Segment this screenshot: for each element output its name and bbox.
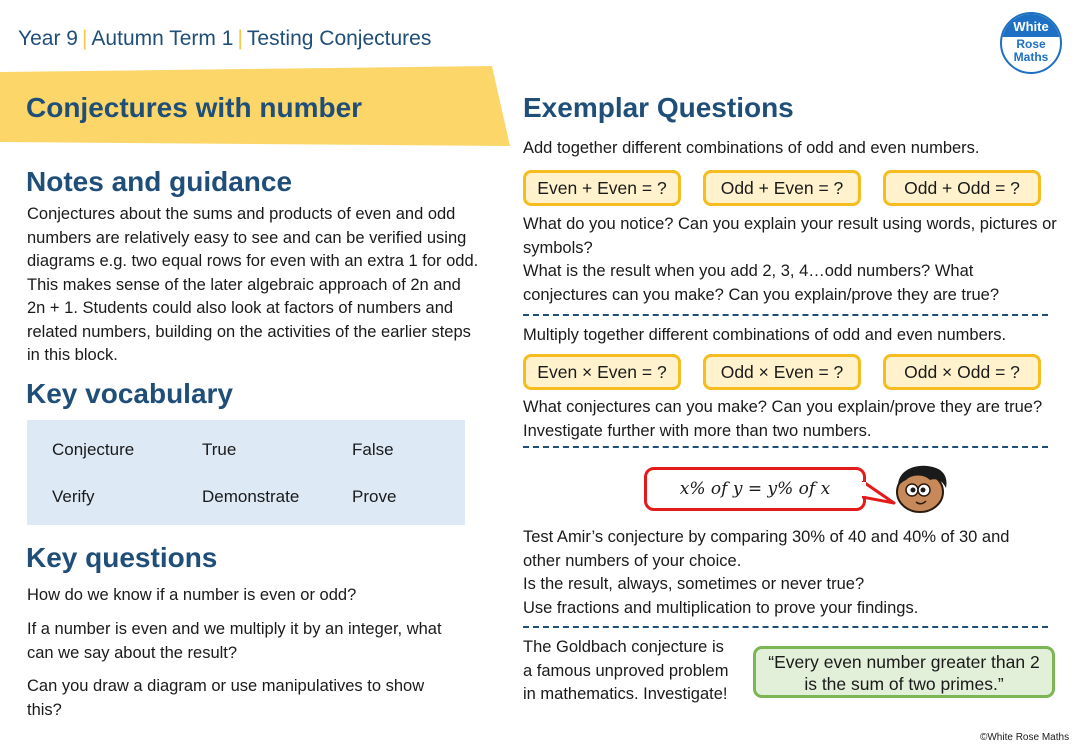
- notes-heading: Notes and guidance: [26, 166, 293, 197]
- q1-line: What is the result when you add 2, 3, 4……: [523, 262, 974, 280]
- key-question: Can you draw a diagram or use manipulati…: [27, 677, 425, 719]
- vocabulary-term: True: [202, 440, 237, 459]
- white-rose-maths-logo: White Rose Maths: [1000, 12, 1062, 74]
- product-card-odd-odd: Odd × Odd = ?: [883, 354, 1041, 390]
- quote-line: “Every even number greater than 2: [768, 652, 1040, 672]
- page-title: Conjectures with number: [26, 92, 363, 123]
- product-card-odd-even: Odd × Even = ?: [703, 354, 861, 390]
- breadcrumb-year: Year 9: [18, 27, 78, 50]
- q3-line: other numbers of your choice.: [523, 551, 742, 570]
- q1-intro: Add together different combinations of o…: [523, 139, 980, 157]
- vocabulary-term: Prove: [352, 487, 397, 506]
- q4-line: in mathematics. Investigate!: [523, 685, 728, 703]
- q1-line: conjectures can you make? Can you explai…: [523, 285, 1000, 304]
- key-questions-heading: Key questions: [26, 542, 218, 573]
- q2-intro: Multiply together different combinations…: [523, 326, 1007, 344]
- notes-line: numbers are relatively easy to see and c…: [27, 228, 467, 247]
- exemplar-heading: Exemplar Questions: [523, 92, 794, 123]
- key-question: If a number is even and we multiply it b…: [27, 620, 442, 662]
- q1-line: symbols?: [523, 238, 593, 257]
- speech-bubble: x% of y = y% of x: [644, 467, 866, 511]
- breadcrumb-separator: |: [237, 27, 243, 50]
- q1-line: What do you notice? Can you explain your…: [523, 215, 1057, 233]
- q2-line: Investigate further with more than two n…: [523, 421, 872, 440]
- amir-character-icon: [896, 465, 947, 513]
- vocabulary-term: False: [352, 440, 394, 459]
- notes-line: Conjectures about the sums and products …: [27, 205, 456, 223]
- sum-card-odd-odd: Odd + Odd = ?: [883, 170, 1041, 206]
- vocabulary-table: Conjecture True False Verify Demonstrate…: [27, 420, 465, 525]
- vocabulary-term: Conjecture: [52, 440, 135, 459]
- notes-line: 2n + 1. Students could also look at fact…: [27, 299, 454, 317]
- q3-line: Test Amir’s conjecture by comparing 30% …: [523, 528, 1010, 546]
- notes-body: Conjectures about the sums and products …: [27, 203, 502, 368]
- q4-line: a famous unproved problem: [523, 661, 729, 680]
- key-question: How do we know if a number is even or od…: [27, 586, 357, 604]
- notes-line: related numbers, building on the activit…: [27, 322, 471, 341]
- goldbach-quote-box: “Every even number greater than 2 is the…: [753, 646, 1055, 698]
- q2-line: What conjectures can you make? Can you e…: [523, 398, 1043, 416]
- q4-text: The Goldbach conjecture is a famous unpr…: [523, 636, 753, 707]
- section-divider: [523, 314, 1048, 316]
- logo-line-3: Maths: [1013, 50, 1049, 64]
- copyright: ©White Rose Maths: [980, 732, 1070, 743]
- breadcrumb: Year 9 | Autumn Term 1 | Testing Conjectures: [18, 27, 431, 51]
- notes-line: This makes sense of the later algebraic …: [27, 275, 461, 294]
- section-divider: [523, 626, 1048, 628]
- q3-text: Test Amir’s conjecture by comparing 30% …: [523, 526, 1078, 620]
- vocabulary-term: Demonstrate: [202, 487, 300, 506]
- vocabulary-heading: Key vocabulary: [26, 378, 233, 409]
- q1-follow-up: What do you notice? Can you explain your…: [523, 213, 1078, 307]
- breadcrumb-term: Autumn Term 1: [91, 27, 234, 50]
- q3-line: Is the result, always, sometimes or neve…: [523, 575, 865, 593]
- sum-card-odd-even: Odd + Even = ?: [703, 170, 861, 206]
- notes-line: in this block.: [27, 346, 118, 364]
- breadcrumb-separator: |: [81, 27, 88, 50]
- logo-line-1: White: [1002, 14, 1060, 37]
- sum-card-even-even: Even + Even = ?: [523, 170, 681, 206]
- product-card-even-even: Even × Even = ?: [523, 354, 681, 390]
- breadcrumb-topic: Testing Conjectures: [246, 27, 432, 50]
- q4-line: The Goldbach conjecture is: [523, 638, 724, 656]
- section-divider: [523, 446, 1048, 448]
- notes-line: diagrams e.g. two equal rows for even wi…: [27, 252, 479, 270]
- vocabulary-term: Verify: [52, 487, 95, 506]
- q2-follow-up: What conjectures can you make? Can you e…: [523, 396, 1078, 443]
- quote-line: is the sum of two primes.”: [804, 674, 1004, 694]
- q3-line: Use fractions and multiplication to prov…: [523, 598, 919, 617]
